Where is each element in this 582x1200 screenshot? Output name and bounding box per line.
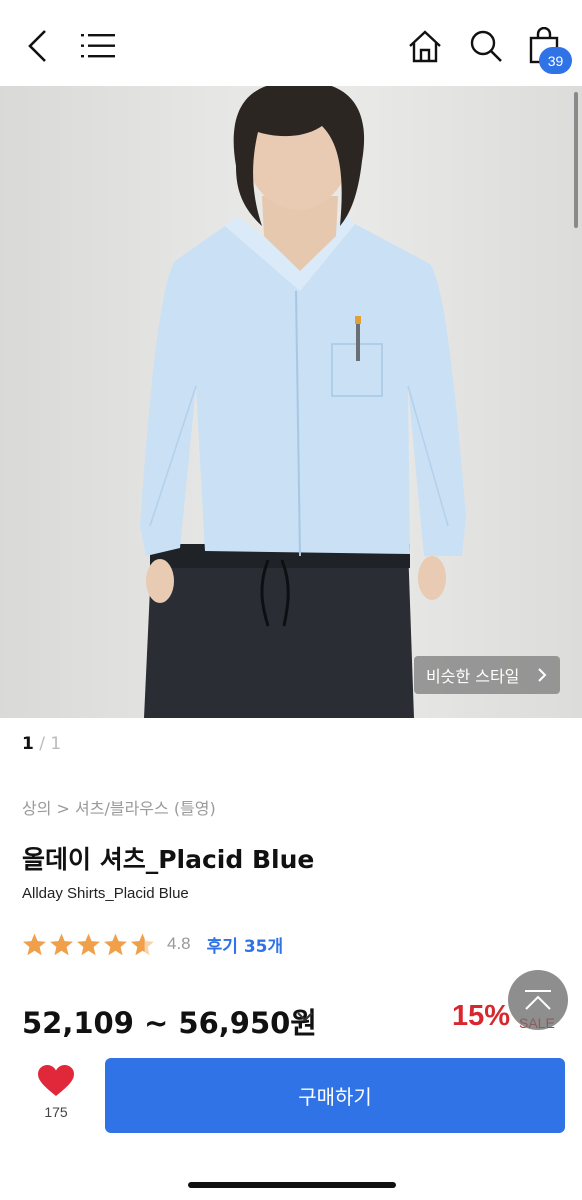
chevron-left-icon bbox=[28, 30, 46, 62]
menu-icon bbox=[81, 34, 115, 58]
heart-icon bbox=[38, 1065, 74, 1096]
like-count: 175 bbox=[44, 1104, 68, 1120]
back-button[interactable] bbox=[14, 22, 62, 70]
price-range: 52,109 ~ 56,950원 bbox=[22, 1006, 317, 1040]
menu-button[interactable] bbox=[74, 22, 122, 70]
product-photo-model-in-shirt bbox=[140, 86, 466, 718]
home-icon bbox=[409, 30, 441, 63]
reviews-link[interactable]: 후기 35개 bbox=[207, 932, 284, 957]
search-icon bbox=[470, 30, 502, 62]
star-icon bbox=[23, 933, 46, 955]
star-icon bbox=[104, 933, 127, 955]
similar-style-label: 비슷한 스타일 bbox=[426, 667, 520, 686]
discount-rate: 15% bbox=[452, 1000, 511, 1032]
chevron-right-icon bbox=[538, 668, 547, 682]
rating-row: 4.8 후기 35개 bbox=[22, 929, 283, 959]
buy-button[interactable]: 구매하기 bbox=[105, 1058, 565, 1133]
home-button[interactable] bbox=[401, 22, 449, 70]
rating-score: 4.8 bbox=[167, 934, 191, 953]
product-title: 올데이 셔츠_Placid Blue bbox=[22, 845, 315, 874]
scrollbar[interactable] bbox=[574, 92, 578, 228]
arrow-up-icon bbox=[525, 990, 551, 1010]
star-half-icon bbox=[131, 933, 154, 955]
star-icon bbox=[50, 933, 73, 955]
pager-total: / 1 bbox=[33, 734, 62, 754]
home-indicator bbox=[188, 1182, 396, 1188]
image-pager: 1 / 1 bbox=[22, 734, 61, 754]
top-navigation-bar: 39 bbox=[0, 0, 582, 86]
star-icon bbox=[77, 933, 100, 955]
price-expand-button[interactable] bbox=[296, 1004, 314, 1029]
star-rating bbox=[22, 932, 155, 957]
product-subtitle: Allday Shirts_Placid Blue bbox=[22, 885, 189, 902]
pager-current: 1 bbox=[22, 734, 34, 754]
cart-count-badge: 39 bbox=[539, 47, 572, 74]
search-button[interactable] bbox=[462, 22, 510, 70]
product-image[interactable] bbox=[0, 86, 582, 718]
breadcrumb-category[interactable]: 상의 > 셔츠/블라우스 (틀영) bbox=[22, 795, 216, 819]
scroll-to-top-button[interactable] bbox=[508, 970, 568, 1030]
like-button[interactable]: 175 bbox=[32, 1064, 80, 1130]
similar-style-button[interactable]: 비슷한 스타일 bbox=[414, 656, 560, 694]
chevron-down-icon bbox=[297, 1012, 313, 1022]
